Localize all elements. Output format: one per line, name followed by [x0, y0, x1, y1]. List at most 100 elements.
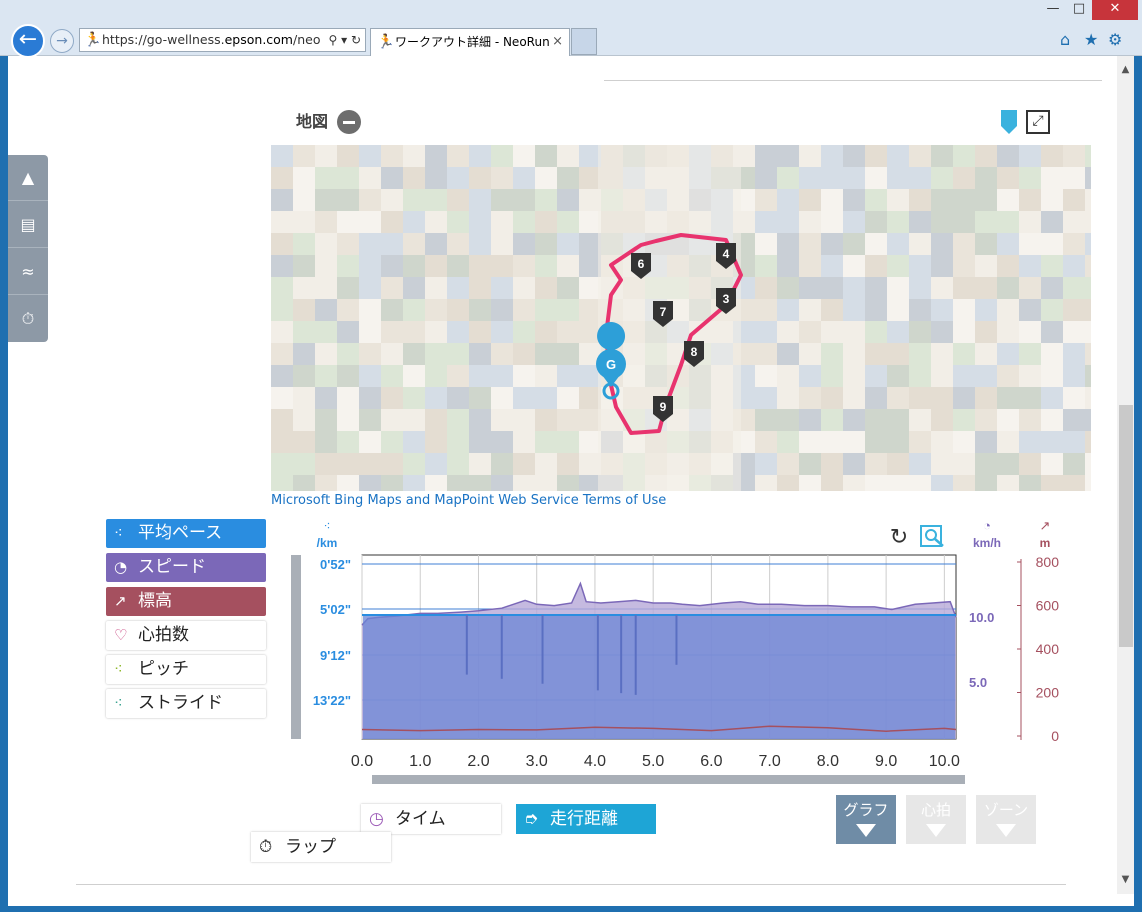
reset-icon[interactable]: ↻	[890, 525, 908, 550]
lap-button[interactable]: ⏱ ラップ	[251, 832, 391, 862]
map-tile	[843, 475, 865, 491]
pace-unit: /km	[317, 536, 338, 550]
map-tile	[953, 277, 975, 299]
star-icon[interactable]: ★	[1084, 30, 1098, 49]
map-tile	[447, 431, 469, 453]
map-tile	[315, 409, 337, 431]
back-button[interactable]: ←	[11, 24, 45, 58]
map-tile	[469, 211, 491, 233]
tab-zone[interactable]: ゾーン	[976, 795, 1036, 844]
tab-close-icon[interactable]: ×	[552, 29, 563, 55]
map-tile	[535, 453, 557, 475]
map-tile	[909, 453, 931, 475]
metric-toggle[interactable]: ♡ 心拍数	[106, 621, 266, 650]
home-icon[interactable]: ⌂	[1060, 30, 1070, 49]
search-icon[interactable]: ⚲	[328, 33, 337, 47]
map-tile	[447, 365, 469, 387]
map-tile	[579, 299, 601, 321]
scroll-up-icon[interactable]: ▲	[1117, 64, 1134, 81]
map-tile	[491, 167, 513, 189]
expand-icon[interactable]: ⤢	[1026, 110, 1050, 134]
metric-toggle[interactable]: ⁖ 平均ペース	[106, 519, 266, 548]
map-tile	[799, 321, 821, 343]
address-bar[interactable]: 🏃 https://go-wellness.epson.com/neo ⚲ ▾ …	[79, 28, 366, 52]
minimize-button[interactable]: —	[1040, 0, 1066, 20]
time-mode-button[interactable]: ◷ タイム	[361, 804, 501, 834]
triangle-down-icon	[856, 824, 876, 837]
map-tile	[799, 167, 821, 189]
map-marker-toggle-icon[interactable]	[1001, 110, 1017, 134]
map-tile	[359, 189, 381, 211]
new-tab-button[interactable]	[571, 28, 597, 55]
scroll-top-icon[interactable]: ▲	[8, 155, 48, 201]
tab-heart-rate[interactable]: 心拍	[906, 795, 966, 844]
scrollbar-thumb[interactable]	[1119, 405, 1133, 647]
map-tile	[953, 321, 975, 343]
dropdown-icon[interactable]: ▾	[341, 33, 347, 47]
map-tile	[359, 299, 381, 321]
gear-icon[interactable]: ⚙	[1108, 30, 1122, 49]
map-tile	[381, 387, 403, 409]
divider-top	[604, 80, 1102, 81]
map-tile	[1041, 145, 1063, 167]
forward-button[interactable]: →	[50, 29, 74, 53]
collapse-icon[interactable]	[337, 110, 361, 134]
map-tile	[557, 233, 579, 255]
map-tile	[887, 453, 909, 475]
map-tile	[821, 365, 843, 387]
clock-icon: ◷	[369, 809, 384, 829]
map-tile	[865, 475, 887, 491]
map-terms-link[interactable]: Microsoft Bing Maps and MapPoint Web Ser…	[271, 493, 666, 508]
stopwatch-icon[interactable]: ⏱	[8, 296, 48, 342]
document-icon[interactable]: ▤	[8, 202, 48, 248]
pitch-icon: ⁖	[114, 660, 123, 678]
metric-toggle[interactable]: ◔ スピード	[106, 553, 266, 582]
map-tile	[491, 233, 513, 255]
tab-graph[interactable]: グラフ	[836, 795, 896, 844]
map-canvas[interactable]: 3 4 6 7 8 9 G	[271, 145, 1091, 491]
map-tile	[909, 321, 931, 343]
route-icon: ➮	[524, 809, 539, 829]
maximize-button[interactable]: □	[1066, 0, 1092, 20]
map-tile	[1041, 255, 1063, 277]
pace-axis-bar	[291, 555, 301, 739]
map-tile	[1041, 409, 1063, 431]
map-tile	[293, 387, 315, 409]
address-tools: ⚲ ▾ ↻	[328, 29, 361, 51]
map-tile	[1063, 431, 1085, 453]
map-tile	[535, 189, 557, 211]
map-tile	[887, 299, 909, 321]
map-tile	[865, 233, 887, 255]
close-window-button[interactable]: ✕	[1092, 0, 1138, 20]
map-tile	[997, 255, 1019, 277]
map-tile	[1019, 255, 1041, 277]
distance-mode-button[interactable]: ➮ 走行距離	[516, 804, 656, 834]
zoom-icon[interactable]	[920, 525, 944, 547]
map-tile	[425, 189, 447, 211]
chart-range-slider[interactable]	[372, 775, 965, 784]
map-tile	[557, 211, 579, 233]
map-tile	[403, 343, 425, 365]
metric-toggle[interactable]: ⁖ ストライド	[106, 689, 266, 718]
metric-toggle[interactable]: ↗ 標高	[106, 587, 266, 616]
map-tile	[997, 189, 1019, 211]
line-chart-icon[interactable]: ≈	[8, 249, 48, 295]
map-tile	[843, 431, 865, 453]
map-tile	[1063, 343, 1085, 365]
map-tile	[513, 453, 535, 475]
map-tile	[843, 211, 865, 233]
map-view[interactable]: 3 4 6 7 8 9 G	[271, 145, 1091, 491]
map-tile	[425, 277, 447, 299]
map-tile	[997, 299, 1019, 321]
map-tile	[865, 167, 887, 189]
map-tile	[909, 343, 931, 365]
refresh-icon[interactable]: ↻	[351, 33, 361, 47]
scroll-down-icon[interactable]: ▼	[1117, 874, 1134, 891]
workout-chart[interactable]: 0.0 1.0 2.0 3.0 4.0 5.0 6.0 7.0 8.0 9.0 10.0/km ⁖ 0'…	[271, 512, 1091, 792]
map-tile	[315, 277, 337, 299]
browser-tab[interactable]: 🏃 ワークアウト詳細 - NeoRun ×	[370, 28, 570, 56]
x-tick-label: 6.0	[700, 753, 722, 770]
metric-toggle[interactable]: ⁖ ピッチ	[106, 655, 266, 684]
map-tile	[359, 167, 381, 189]
map-tile	[799, 277, 821, 299]
